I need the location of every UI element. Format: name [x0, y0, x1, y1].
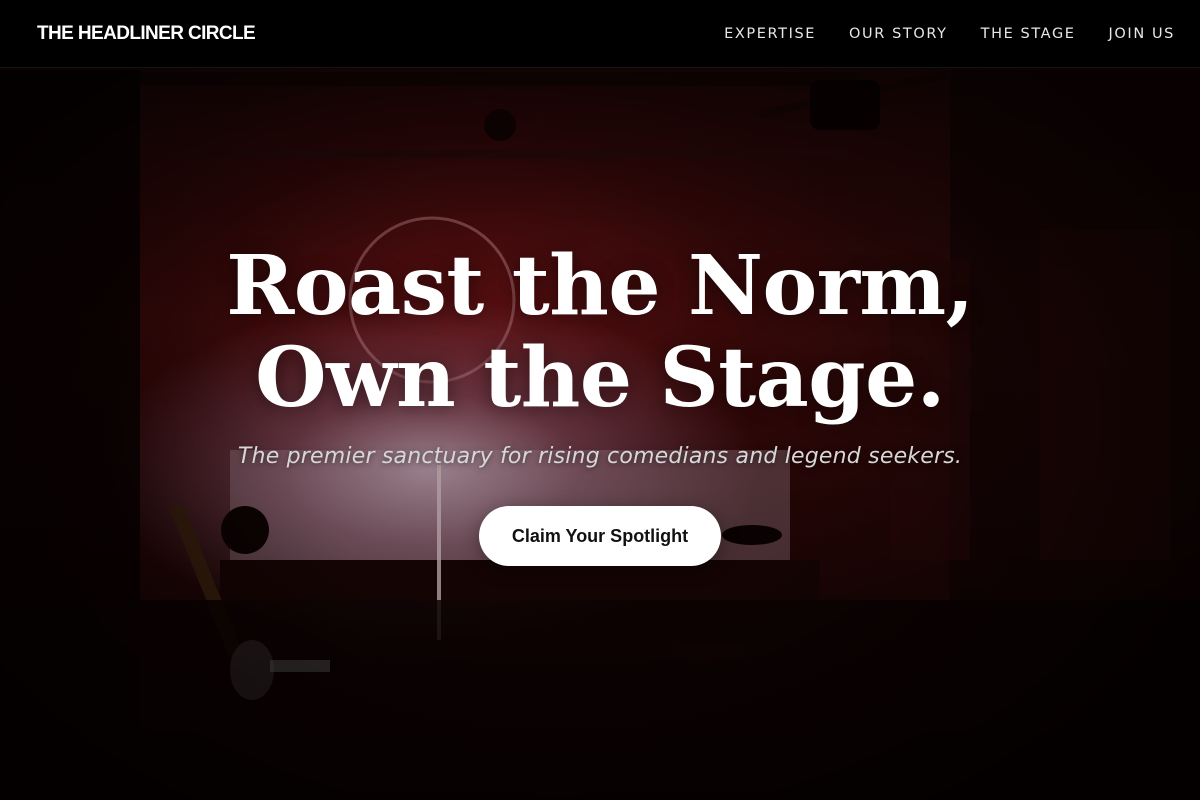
hero-section: Roast the Norm, Own the Stage. The premi…	[0, 68, 1200, 800]
nav-link-expertise[interactable]: EXPERTISE	[724, 26, 816, 42]
nav-link-the-stage[interactable]: THE STAGE	[981, 26, 1076, 42]
hero-headline-line-2: Own the Stage.	[255, 330, 945, 426]
nav-link-our-story[interactable]: OUR STORY	[849, 26, 948, 42]
nav-link-join-us[interactable]: JOIN US	[1109, 26, 1175, 42]
top-navbar: THE HEADLINER CIRCLE EXPERTISE OUR STORY…	[0, 0, 1200, 68]
brand-logo-link[interactable]: THE HEADLINER CIRCLE	[37, 23, 256, 45]
landing-page: THE HEADLINER CIRCLE EXPERTISE OUR STORY…	[0, 0, 1200, 800]
hero-subheadline: The premier sanctuary for rising comedia…	[237, 444, 963, 469]
hero-headline: Roast the Norm, Own the Stage.	[0, 240, 1200, 424]
claim-spotlight-button[interactable]: Claim Your Spotlight	[479, 506, 721, 566]
nav-links: EXPERTISE OUR STORY THE STAGE JOIN US	[724, 26, 1175, 42]
hero-headline-line-1: Roast the Norm,	[226, 238, 974, 334]
